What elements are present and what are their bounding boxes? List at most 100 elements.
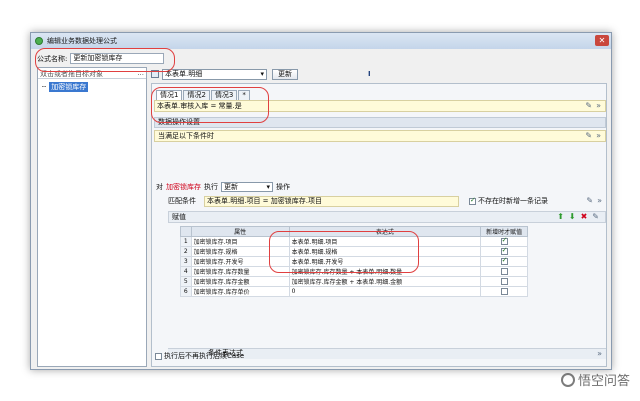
formula-editor-window: 编辑业务数据处理公式 ✕ 公式名称: 更新加密锁库存 双击或者拖目标对象 ...… xyxy=(30,32,612,370)
insert-only-checkbox[interactable] xyxy=(500,256,508,265)
when-condition-label: 当满足以下条件时 xyxy=(158,132,214,140)
insert-only-checkbox[interactable] xyxy=(500,288,508,295)
tab-case-2[interactable]: 情况2 xyxy=(183,90,210,100)
table-row[interactable]: 3 加密锁库存.开发号 本表单.明细.开发号 xyxy=(180,256,528,267)
table-row[interactable]: 1 加密锁库存.项目 本表单.明细.项目 xyxy=(180,236,528,247)
source-select-value: 本表单.明细 xyxy=(165,69,203,78)
table-row[interactable]: 6 加密锁库存.库存单价 0 xyxy=(180,286,528,297)
col-attr[interactable]: 属性 xyxy=(190,226,290,237)
collapse-icon[interactable]: » xyxy=(596,131,601,141)
attr-cell[interactable]: 加密锁库存.开发号 xyxy=(190,256,290,267)
table-row[interactable]: 5 加密锁库存.库存金额 加密锁库存.库存金额 + 本表单.明细.金额 xyxy=(180,276,528,287)
exec-row: 对 加密锁库存 执行 更新 ▾ 操作 xyxy=(156,182,290,192)
move-up-icon[interactable]: ⬆ xyxy=(557,212,564,222)
row-number: 6 xyxy=(180,286,192,297)
row-number: 5 xyxy=(180,276,192,287)
exec-target: 加密锁库存 xyxy=(166,183,201,191)
insert-only-checkbox[interactable] xyxy=(500,268,508,275)
no-exist-label: 不存在时新增一条记录 xyxy=(478,197,548,205)
match-condition-input[interactable]: 本表单.明细.项目 = 加密锁库存.项目 xyxy=(204,195,459,207)
stop-after-option[interactable]: 执行后不再执行后续Case xyxy=(155,351,244,361)
formula-name-input[interactable]: 更新加密锁库存 xyxy=(70,53,165,64)
assign-grid: 属性 表达式 新增时才赋值 1 加密锁库存.项目 本表单.明细.项目 2 加密锁… xyxy=(180,226,528,297)
close-button[interactable]: ✕ xyxy=(595,35,609,46)
case-editor: 情况1 情况2 情况3 * 本表单.审核入库 = 常量.是 ✎ » 数据操作设置… xyxy=(151,83,607,367)
update-button[interactable]: 更新 xyxy=(272,68,298,80)
tab-add[interactable]: * xyxy=(238,90,250,100)
browse-button[interactable]: ... xyxy=(137,69,144,77)
expr-cell[interactable]: 0 xyxy=(288,286,482,297)
expr-cell[interactable]: 本表单.明细.规格 xyxy=(288,246,482,257)
no-exist-checkbox[interactable] xyxy=(469,196,476,205)
table-row[interactable]: 4 加密锁库存.库存数量 加密锁库存.库存数量 + 本表单.明细.数量 xyxy=(180,266,528,277)
tree-item-stock[interactable]: ┄ 加密锁库存 xyxy=(42,82,89,92)
edit-icon[interactable]: ✎ xyxy=(585,131,592,141)
app-icon xyxy=(35,37,43,45)
expr-cell[interactable]: 加密锁库存.库存数量 + 本表单.明细.数量 xyxy=(288,266,482,277)
cursor-icon: Ⅰ xyxy=(368,70,371,78)
row-number: 1 xyxy=(180,236,192,247)
data-ops-header: 数据操作设置 xyxy=(154,117,606,128)
when-condition-field[interactable]: 当满足以下条件时 ✎ » xyxy=(154,130,606,142)
row-number: 4 xyxy=(180,266,192,277)
case-tabs: 情况1 情况2 情况3 * xyxy=(156,90,251,100)
move-down-icon[interactable]: ⬇ xyxy=(569,212,576,222)
target-search[interactable]: 双击或者拖目标对象 ... xyxy=(38,68,146,79)
attr-cell[interactable]: 加密锁库存.规格 xyxy=(190,246,290,257)
window-title: 编辑业务数据处理公式 xyxy=(47,37,117,45)
chevron-down-icon: ▾ xyxy=(266,183,270,191)
exec-mid-label: 执行 xyxy=(204,183,218,191)
match-row: 匹配条件 本表单.明细.项目 = 加密锁库存.项目 不存在时新增一条记录 ✎ » xyxy=(168,195,606,207)
grid-header-row: 属性 表达式 新增时才赋值 xyxy=(180,226,528,237)
delete-icon[interactable]: ✖ xyxy=(581,212,588,222)
insert-only-cell xyxy=(480,236,528,247)
edit-icon[interactable]: ✎ xyxy=(586,196,593,205)
collapse-icon[interactable]: » xyxy=(597,349,602,358)
grid-corner xyxy=(180,226,192,237)
attr-cell[interactable]: 加密锁库存.库存数量 xyxy=(190,266,290,277)
insert-only-checkbox[interactable] xyxy=(500,246,508,255)
stop-after-checkbox[interactable] xyxy=(155,352,162,360)
insert-only-cell xyxy=(480,256,528,267)
when-icons: ✎ » xyxy=(585,131,601,141)
condition-icons: ✎ » xyxy=(585,101,601,111)
expr-cell[interactable]: 本表单.明细.项目 xyxy=(288,236,482,247)
attr-cell[interactable]: 加密锁库存.库存金额 xyxy=(190,276,290,287)
insert-only-checkbox[interactable] xyxy=(500,236,508,245)
insert-only-cell xyxy=(480,266,528,277)
table-row[interactable]: 2 加密锁库存.规格 本表单.明细.规格 xyxy=(180,246,528,257)
tab-case-1[interactable]: 情况1 xyxy=(156,90,183,100)
col-expr[interactable]: 表达式 xyxy=(288,226,482,237)
expr-cell[interactable]: 加密锁库存.库存金额 + 本表单.明细.金额 xyxy=(288,276,482,287)
col-insert-only[interactable]: 新增时才赋值 xyxy=(480,226,528,237)
when-icon xyxy=(151,70,159,78)
target-search-placeholder: 双击或者拖目标对象 xyxy=(40,70,103,78)
case-condition-field[interactable]: 本表单.审核入库 = 常量.是 ✎ » xyxy=(154,100,606,112)
assign-label: 赋值 xyxy=(172,213,186,221)
operation-select-value: 更新 xyxy=(224,183,238,191)
insert-only-cell xyxy=(480,246,528,257)
collapse-icon[interactable]: » xyxy=(596,101,601,111)
edit-icon[interactable]: ✎ xyxy=(592,212,599,222)
expr-cell[interactable]: 本表单.明细.开发号 xyxy=(288,256,482,267)
formula-name-label: 公式名称: xyxy=(37,54,68,63)
stop-after-label: 执行后不再执行后续Case xyxy=(164,352,245,360)
insert-only-cell xyxy=(480,286,528,297)
attr-cell[interactable]: 加密锁库存.库存单价 xyxy=(190,286,290,297)
title-bar: 编辑业务数据处理公式 xyxy=(31,33,611,49)
formula-name-row: 公式名称: 更新加密锁库存 xyxy=(37,53,165,64)
no-exist-option[interactable]: 不存在时新增一条记录 xyxy=(469,196,548,206)
data-ops-label: 数据操作设置 xyxy=(158,118,200,126)
chevron-down-icon: ▾ xyxy=(260,69,264,78)
source-select[interactable]: 本表单.明细 ▾ xyxy=(162,68,267,80)
operation-select[interactable]: 更新 ▾ xyxy=(221,182,273,192)
insert-only-checkbox[interactable] xyxy=(500,278,508,285)
row-number: 3 xyxy=(180,256,192,267)
match-label: 匹配条件 xyxy=(168,197,196,205)
tab-case-3[interactable]: 情况3 xyxy=(210,90,238,100)
attr-cell[interactable]: 加密锁库存.项目 xyxy=(190,236,290,247)
object-tree-panel: 双击或者拖目标对象 ... ┄ 加密锁库存 xyxy=(37,67,147,367)
watermark-text: 悟空问答 xyxy=(577,374,630,389)
edit-icon[interactable]: ✎ xyxy=(585,101,592,111)
collapse-icon[interactable]: » xyxy=(597,196,602,205)
